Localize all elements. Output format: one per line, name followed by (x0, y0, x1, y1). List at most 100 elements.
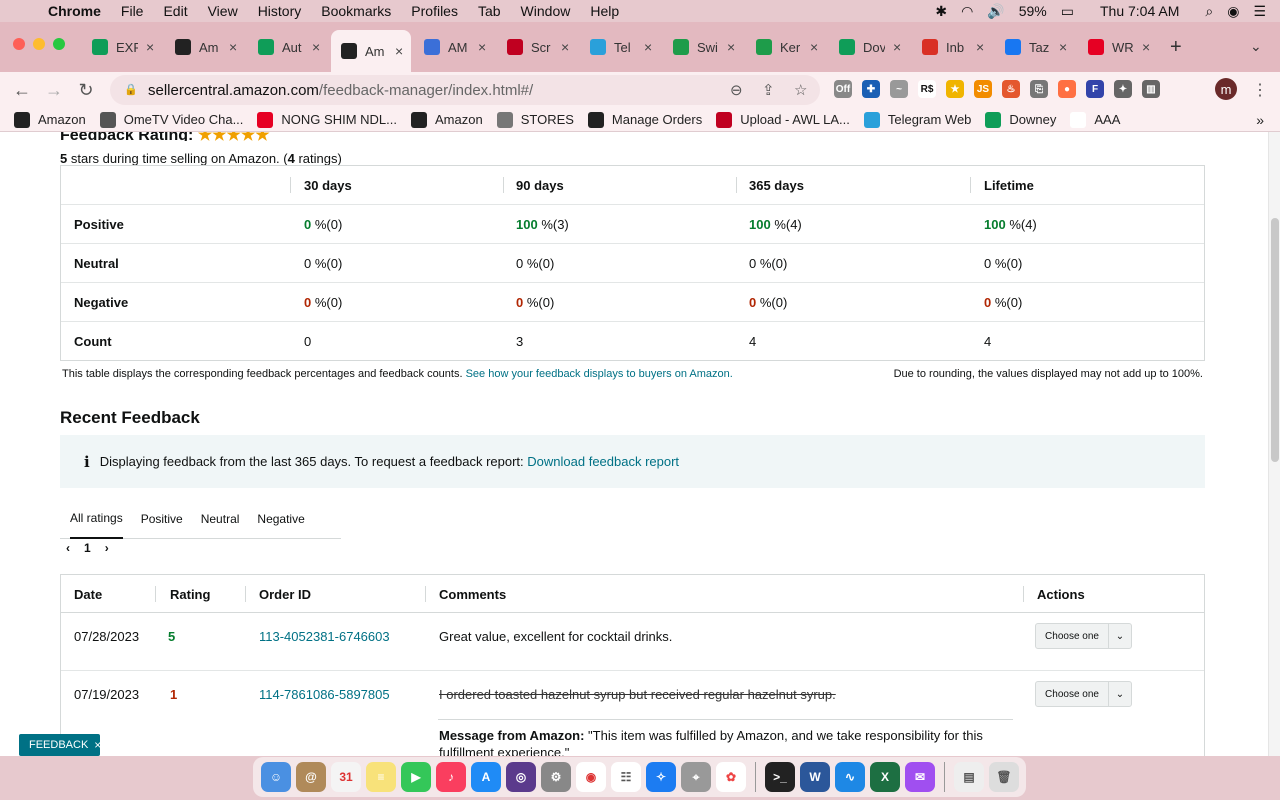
close-tab-icon[interactable]: × (229, 39, 237, 55)
action-dropdown[interactable]: Choose one ⌄ (1035, 681, 1132, 707)
chrome-icon[interactable]: ◉ (576, 762, 606, 792)
bookmark-item[interactable]: OmeTV Video Cha... (99, 111, 243, 128)
action-dropdown-label[interactable]: Choose one (1036, 682, 1109, 706)
safari-icon[interactable]: ✧ (646, 762, 676, 792)
browser-tab[interactable]: Dov × (829, 30, 909, 64)
browser-tab[interactable]: EXP × (82, 30, 162, 64)
apple-icon[interactable] (20, 3, 34, 19)
close-tab-icon[interactable]: × (810, 39, 818, 55)
bookmark-item[interactable]: NONG SHIM NDL... (257, 111, 397, 128)
control-center-icon[interactable]: ☰ (1253, 3, 1266, 20)
battery-icon[interactable]: ▭ (1061, 3, 1074, 20)
tab-negative[interactable]: Negative (257, 500, 304, 539)
extension-fire-icon[interactable]: ♨ (1002, 80, 1020, 98)
bookmark-item[interactable]: Downey (985, 111, 1056, 128)
bluetooth-icon[interactable]: ✱ (935, 3, 947, 20)
browser-tab[interactable]: Taz × (995, 30, 1075, 64)
forward-icon[interactable]: → (38, 80, 70, 101)
extension-blue-icon[interactable]: ✚ (862, 80, 880, 98)
reload-icon[interactable]: ↻ (70, 80, 102, 101)
share-icon[interactable]: ⇪ (762, 81, 775, 99)
extension-paste-icon[interactable]: ⎘ (1030, 80, 1048, 98)
close-tab-icon[interactable]: × (312, 39, 320, 55)
chevron-down-icon[interactable]: ⌄ (1109, 631, 1131, 642)
browser-tab[interactable]: Tel × (580, 30, 660, 64)
bookmark-item[interactable]: AAA (1070, 111, 1120, 128)
more-bookmarks-icon[interactable]: » (1256, 112, 1264, 128)
menu-tab[interactable]: Tab (478, 3, 501, 19)
current-page[interactable]: 1 (84, 541, 91, 555)
system-preferences-icon[interactable]: ⚙ (541, 762, 571, 792)
close-icon[interactable]: × (94, 738, 101, 752)
close-tab-icon[interactable]: × (1059, 39, 1067, 55)
contacts-icon[interactable]: @ (296, 762, 326, 792)
activity-monitor-icon[interactable]: ∿ (835, 762, 865, 792)
notes-icon[interactable]: ≡ (366, 762, 396, 792)
music-icon[interactable]: ♪ (436, 762, 466, 792)
extension-f-icon[interactable]: F (1086, 80, 1104, 98)
menu-app-name[interactable]: Chrome (48, 3, 101, 19)
order-id-link[interactable]: 113-4052381-6746603 (259, 613, 390, 659)
bookmark-item[interactable]: Telegram Web (863, 111, 971, 128)
tab-neutral[interactable]: Neutral (201, 500, 240, 539)
messenger-icon[interactable]: ✉ (905, 762, 935, 792)
extension-off-icon[interactable]: Off (834, 80, 852, 98)
zoom-window-button[interactable] (53, 38, 65, 50)
scrollbar-thumb[interactable] (1271, 218, 1279, 462)
close-tab-icon[interactable]: × (1142, 39, 1150, 55)
downloads-stack-icon[interactable]: ▤ (954, 762, 984, 792)
bookmark-item[interactable]: Manage Orders (587, 111, 702, 128)
side-panel-icon[interactable]: ▥ (1142, 80, 1160, 98)
menu-window[interactable]: Window (521, 3, 571, 19)
terminal-icon[interactable]: >_ (765, 762, 795, 792)
browser-tab[interactable]: AM × (414, 30, 494, 64)
close-tab-icon[interactable]: × (478, 39, 486, 55)
bookmark-item[interactable]: STORES (496, 111, 574, 128)
prev-page-icon[interactable]: ‹ (66, 541, 70, 555)
extension-star-icon[interactable]: ★ (946, 80, 964, 98)
close-tab-icon[interactable]: × (395, 43, 403, 59)
reminders-icon[interactable]: ☷ (611, 762, 641, 792)
bookmark-item[interactable]: Amazon (411, 111, 483, 128)
close-tab-icon[interactable]: × (727, 39, 735, 55)
page-scrollbar[interactable] (1268, 132, 1280, 756)
close-window-button[interactable] (13, 38, 25, 50)
menu-view[interactable]: View (208, 3, 238, 19)
feedback-widget-button[interactable]: FEEDBACK × (19, 734, 101, 756)
browser-tab[interactable]: Aut × (248, 30, 328, 64)
tab-all-ratings[interactable]: All ratings (70, 500, 123, 539)
address-bar[interactable]: 🔒 sellercentral.amazon.com/feedback-mana… (110, 75, 820, 105)
back-icon[interactable]: ← (6, 80, 38, 101)
wifi-icon[interactable]: ◠ (961, 3, 973, 20)
download-report-link[interactable]: Download feedback report (527, 454, 679, 469)
browser-tab[interactable]: Scr × (497, 30, 577, 64)
buyer-view-link[interactable]: See how your feedback displays to buyers… (466, 368, 733, 380)
facetime-icon[interactable]: ▶ (401, 762, 431, 792)
bookmark-item[interactable]: Upload - AWL LA... (716, 111, 850, 128)
close-tab-icon[interactable]: × (644, 39, 652, 55)
minimize-window-button[interactable] (33, 38, 45, 50)
tab-search-icon[interactable]: ⌄ (1250, 38, 1262, 55)
browser-tab[interactable]: Am × (331, 30, 411, 72)
browser-tab[interactable]: WR × (1078, 30, 1158, 64)
order-id-link[interactable]: 114-7861086-5897805 (259, 671, 390, 717)
word-icon[interactable]: W (800, 762, 830, 792)
chevron-down-icon[interactable]: ⌄ (1109, 689, 1131, 700)
extension-rs-icon[interactable]: R$ (918, 80, 936, 98)
calendar-icon[interactable]: 31 (331, 762, 361, 792)
photos-icon[interactable]: ✿ (716, 762, 746, 792)
menu-help[interactable]: Help (590, 3, 619, 19)
bookmark-item[interactable]: Amazon (14, 111, 86, 128)
close-tab-icon[interactable]: × (976, 39, 984, 55)
trash-icon[interactable]: 🗑 (989, 762, 1019, 792)
siri-icon[interactable]: ◉ (1227, 3, 1239, 20)
menubar-clock[interactable]: Thu 7:04 AM (1100, 3, 1179, 19)
finder-icon[interactable]: ☺ (261, 762, 291, 792)
profile-avatar[interactable]: m (1215, 78, 1237, 100)
extension-grey-icon[interactable]: ~ (890, 80, 908, 98)
tab-positive[interactable]: Positive (141, 500, 183, 539)
close-tab-icon[interactable]: × (561, 39, 569, 55)
extensions-puzzle-icon[interactable]: ✦ (1114, 80, 1132, 98)
browser-tab[interactable]: Swi × (663, 30, 743, 64)
lock-icon[interactable]: 🔒 (124, 83, 138, 97)
